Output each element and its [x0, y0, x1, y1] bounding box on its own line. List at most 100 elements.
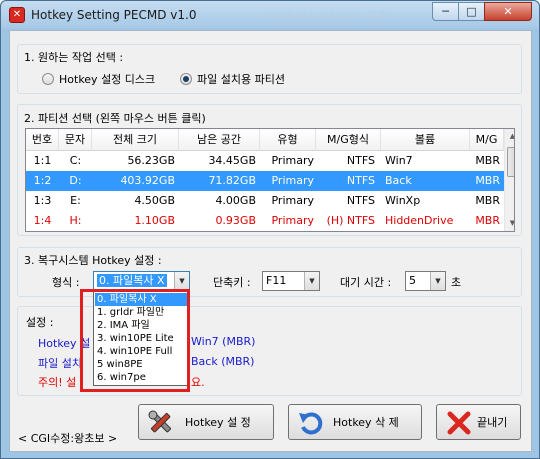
format-dropdown-list[interactable]: 0. 파일복사 X 1. grldr 파일만 2. IMA 파일 3. win10PE…: [93, 291, 189, 386]
format-label: 형식 :: [52, 276, 80, 289]
radio-hotkey-disk-circle[interactable]: [42, 73, 54, 85]
table-cell-total: [92, 231, 179, 232]
col-total[interactable]: 전체 크기: [92, 129, 179, 151]
scroll-up-icon[interactable]: ▲: [505, 129, 514, 144]
table-cell-no: 1:1: [33, 154, 52, 167]
hotkey-set-label: Hotkey 설 정: [185, 416, 251, 429]
shortcut-combo[interactable]: F11 ▼: [262, 271, 320, 291]
partition-list-header: 번호 문자 전체 크기 남은 공간 유형 M/G형식 볼륨 M/G: [26, 129, 504, 151]
settings-title: 설정 :: [24, 314, 56, 330]
dropdown-option[interactable]: 1. grldr 파일만: [95, 306, 187, 319]
table-cell-no: 1:3: [33, 194, 52, 207]
close-button[interactable]: ✕: [484, 2, 532, 21]
table-cell-fs: [316, 231, 381, 232]
table-cell-no: 1:2: [33, 174, 52, 187]
scroll-down-icon[interactable]: ▼: [505, 216, 514, 231]
table-row[interactable]: 1:4 H: 1.10GB 0.93GB Primary (H) NTFS HiddenDr…: [26, 211, 504, 231]
col-fs[interactable]: M/G형식: [316, 129, 381, 151]
settings-line2-right: Back (MBR): [191, 355, 255, 368]
table-cell-fs: NTFS: [346, 194, 375, 207]
format-combo[interactable]: 0. 파일복사 X ▼: [93, 271, 190, 291]
table-cell-total: 403.92GB: [120, 174, 175, 187]
table-cell-letter: [59, 231, 92, 232]
col-volume[interactable]: 볼륨: [381, 129, 470, 151]
settings-line3-left: 주의! 설: [38, 376, 77, 389]
window-title: Hotkey Setting PECMD v1.0: [31, 8, 197, 22]
hotkey-delete-label: Hotkey 삭 제: [333, 416, 399, 429]
wait-combo[interactable]: 5 ▼: [405, 271, 446, 291]
wait-combo-value: 5: [409, 274, 416, 287]
table-cell-letter: E:: [70, 194, 81, 207]
title-ghost-text: 2016.04.14 (수) 오후: [263, 10, 389, 23]
radio-file-partition-circle[interactable]: [180, 73, 192, 85]
wait-chevron-down-icon[interactable]: ▼: [430, 272, 445, 290]
hotkey-delete-button[interactable]: Hotkey 삭 제: [288, 404, 422, 440]
radio-file-partition[interactable]: 파일 설치용 파티션: [180, 71, 285, 87]
shortcut-label: 단축키 :: [213, 276, 251, 289]
table-cell-letter: D:: [69, 174, 82, 187]
partition-group-title: 2. 파티션 선택 (왼쪽 마우스 버튼 클릭): [22, 110, 208, 126]
table-cell-type: Primary: [271, 214, 314, 227]
table-cell-fs: NTFS: [346, 174, 375, 187]
wait-label: 대기 시간 :: [340, 276, 392, 289]
table-row[interactable]: 1:3 E: 4.50GB 4.00GB Primary NTFS WinXp MBR: [26, 191, 504, 211]
table-cell-letter: H:: [69, 214, 82, 227]
task-select-title: 1. 원하는 작업 선택 :: [22, 49, 126, 65]
table-cell-fs: NTFS: [346, 154, 375, 167]
table-cell-total: 56.23GB: [127, 154, 175, 167]
table-cell-mg: MBR: [475, 174, 500, 187]
table-cell-type: Primary: [271, 194, 314, 207]
dropdown-option[interactable]: 5 win8PE: [95, 358, 187, 371]
table-row[interactable]: 1:2 D: 403.92GB 71.82GB Primary NTFS Back MBR: [26, 171, 504, 191]
col-letter[interactable]: 문자: [59, 129, 92, 151]
partition-list[interactable]: 번호 문자 전체 크기 남은 공간 유형 M/G형식 볼륨 M/G 1:1 C: 5…: [25, 128, 515, 232]
table-cell-mg: MBR: [475, 154, 500, 167]
minimize-button[interactable]: ─: [432, 2, 459, 21]
title-bar[interactable]: ✕ Hotkey Setting PECMD v1.0 2016.04.14 (…: [1, 1, 539, 29]
close-x-icon: [447, 411, 471, 435]
radio-hotkey-disk[interactable]: Hotkey 설정 디스크: [42, 71, 155, 87]
partition-scrollbar[interactable]: ▲ ▼: [504, 129, 514, 231]
shortcut-combo-value: F11: [266, 274, 287, 287]
dropdown-option[interactable]: 4. win10PE Full: [95, 345, 187, 358]
col-no[interactable]: 번호: [26, 129, 59, 151]
dropdown-option[interactable]: 0. 파일복사 X: [95, 293, 187, 306]
table-cell-free: 0.93GB: [215, 214, 256, 227]
table-cell-mg: MBR: [475, 214, 500, 227]
col-mg[interactable]: M/G: [470, 129, 504, 151]
table-cell-fs: (H) NTFS: [326, 214, 375, 227]
hotkey-set-button[interactable]: Hotkey 설 정: [138, 404, 274, 440]
settings-line1-left: Hotkey 설: [38, 337, 91, 350]
exit-label: 끝내기: [477, 416, 508, 429]
table-cell-volume: Win7: [385, 154, 413, 167]
table-cell-volume: [381, 231, 470, 232]
table-row[interactable]: 1:1 C: 56.23GB 34.45GB Primary NTFS Win7 MBR: [26, 151, 504, 171]
dropdown-option[interactable]: 3. win10PE Lite: [95, 332, 187, 345]
shortcut-chevron-down-icon[interactable]: ▼: [304, 272, 319, 290]
table-cell-no: [26, 231, 59, 232]
exit-button[interactable]: 끝내기: [436, 404, 521, 440]
settings-line1-right: Win7 (MBR): [191, 335, 256, 348]
tools-icon: [148, 410, 171, 433]
table-cell-free: 4.00GB: [215, 194, 256, 207]
settings-line3-right: 요.: [191, 376, 205, 389]
table-cell-no: 1:4: [33, 214, 52, 227]
table-cell-mg: [470, 231, 504, 232]
table-cell-volume: Back: [385, 174, 412, 187]
col-type[interactable]: 유형: [260, 129, 316, 151]
table-cell-type: Primary: [271, 154, 314, 167]
undo-arrow-icon: [299, 412, 323, 435]
format-chevron-down-icon[interactable]: ▼: [174, 272, 189, 290]
table-cell-free: 34.45GB: [208, 154, 256, 167]
col-free[interactable]: 남은 공간: [179, 129, 260, 151]
format-combo-value: 0. 파일복사 X: [97, 274, 167, 287]
table-cell-volume: HiddenDrive: [385, 214, 454, 227]
maximize-button[interactable]: □: [458, 2, 485, 21]
table-row[interactable]: [26, 231, 504, 232]
dropdown-option[interactable]: 6. win7pe: [95, 371, 187, 384]
dropdown-option[interactable]: 2. IMA 파일: [95, 319, 187, 332]
table-cell-volume: WinXp: [385, 194, 421, 207]
table-cell-free: 71.82GB: [208, 174, 256, 187]
table-cell-letter: C:: [69, 154, 82, 167]
scroll-thumb[interactable]: [507, 147, 514, 177]
